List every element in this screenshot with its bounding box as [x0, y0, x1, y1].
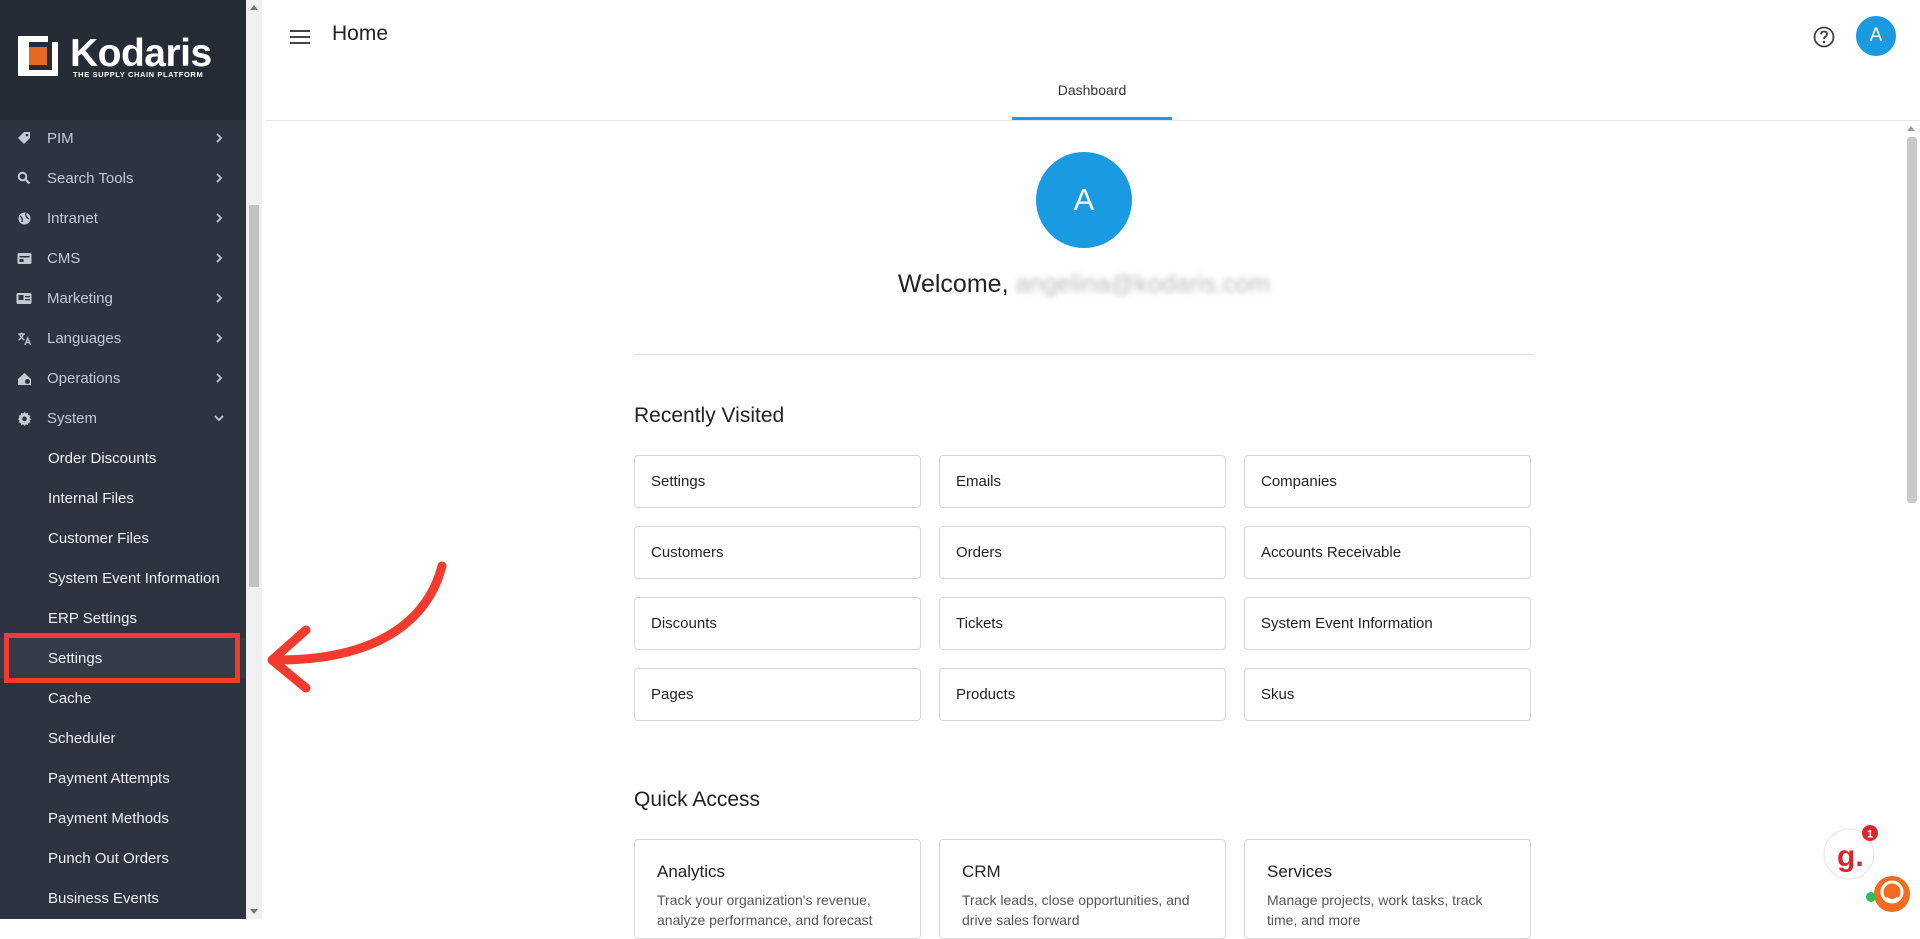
recent-card-pages[interactable]: Pages	[634, 668, 921, 721]
sidebar-subitem-payment-attempts[interactable]: Payment Attempts	[0, 758, 246, 798]
sidebar-item-search-tools[interactable]: Search Tools	[0, 158, 246, 198]
welcome-message: Welcome, angelina@kodaris.com	[634, 270, 1534, 299]
scroll-down-arrow-icon[interactable]	[250, 909, 258, 914]
chevron-right-icon	[216, 293, 223, 303]
marketing-icon	[16, 290, 32, 306]
top-header: Home A Dashboard	[265, 0, 1920, 121]
gear-icon	[16, 410, 32, 426]
scroll-up-arrow-icon[interactable]	[1907, 126, 1915, 131]
chevron-right-icon	[216, 173, 223, 183]
recent-card-accounts-receivable[interactable]: Accounts Receivable	[1244, 526, 1531, 579]
recent-card-settings[interactable]: Settings	[634, 455, 921, 508]
recent-card-emails[interactable]: Emails	[939, 455, 1226, 508]
quick-access-card-services[interactable]: Services Manage projects, work tasks, tr…	[1244, 839, 1531, 939]
sidebar-item-label: Search Tools	[47, 169, 134, 187]
tab-dashboard[interactable]: Dashboard	[1012, 82, 1172, 118]
chevron-down-icon	[214, 415, 224, 422]
recent-card-discounts[interactable]: Discounts	[634, 597, 921, 650]
recent-card-system-event-information[interactable]: System Event Information	[1244, 597, 1531, 650]
sidebar-item-marketing[interactable]: Marketing	[0, 278, 246, 318]
sidebar-item-label: Operations	[47, 369, 121, 387]
support-chat-icon[interactable]	[1864, 868, 1912, 916]
recently-visited-title: Recently Visited	[634, 404, 785, 427]
quick-access-card-desc: Track your organization's revenue, analy…	[657, 892, 873, 928]
sidebar-item-label: Marketing	[47, 289, 113, 307]
sidebar-subitem-internal-files[interactable]: Internal Files	[0, 478, 246, 518]
recent-card-products[interactable]: Products	[939, 668, 1226, 721]
active-tab-indicator	[1012, 117, 1172, 120]
sidebar-subitem-scheduler[interactable]: Scheduler	[0, 718, 246, 758]
quick-access-title: Quick Access	[634, 788, 761, 811]
kodaris-logo-icon	[18, 36, 58, 76]
sidebar-subitem-payment-methods[interactable]: Payment Methods	[0, 798, 246, 838]
tag-icon	[16, 130, 32, 146]
widget-logo-letter: g.	[1837, 840, 1864, 873]
sidebar-subitem-erp-settings[interactable]: ERP Settings	[0, 598, 246, 638]
divider	[634, 354, 1534, 355]
sidebar-item-pim[interactable]: PIM	[0, 118, 246, 158]
search-icon	[16, 170, 32, 186]
sidebar-item-intranet[interactable]: Intranet	[0, 198, 246, 238]
quick-access-card-title: CRM	[962, 862, 1001, 881]
sidebar-item-label: Languages	[47, 329, 122, 347]
widget-badge-count: 1	[1867, 829, 1873, 841]
profile-avatar: A	[1036, 152, 1132, 248]
recent-card-orders[interactable]: Orders	[939, 526, 1226, 579]
main-scrollbar[interactable]	[1903, 121, 1920, 919]
recent-card-customers[interactable]: Customers	[634, 526, 921, 579]
sidebar-subitem-order-discounts[interactable]: Order Discounts	[0, 438, 246, 478]
sidebar: Kodaris THE SUPPLY CHAIN PLATFORM PIM Se…	[0, 0, 246, 919]
operations-icon	[16, 370, 32, 386]
recent-card-companies[interactable]: Companies	[1244, 455, 1531, 508]
hamburger-menu-icon[interactable]	[289, 28, 311, 46]
sidebar-subitem-customer-files[interactable]: Customer Files	[0, 518, 246, 558]
sidebar-subitem-business-events[interactable]: Business Events	[0, 878, 246, 918]
sidebar-item-cms[interactable]: CMS	[0, 238, 246, 278]
welcome-label: Welcome,	[897, 270, 1009, 298]
sidebar-item-label: PIM	[47, 129, 74, 147]
chevron-right-icon	[216, 133, 223, 143]
cms-card-icon	[16, 250, 32, 266]
sidebar-item-label: System	[47, 409, 98, 427]
recent-card-skus[interactable]: Skus	[1244, 668, 1531, 721]
annotation-arrow-icon	[267, 561, 447, 693]
chevron-right-icon	[216, 213, 223, 223]
recent-card-tickets[interactable]: Tickets	[939, 597, 1226, 650]
sidebar-subitem-punch-out-orders[interactable]: Punch Out Orders	[0, 838, 246, 878]
sidebar-nav: PIM Search Tools Intranet CMS Marketing …	[0, 118, 246, 918]
user-email: angelina@kodaris.com	[1015, 270, 1271, 298]
annotation-highlight-box	[4, 633, 240, 683]
sidebar-subitem-cache[interactable]: Cache	[0, 678, 246, 718]
globe-icon	[16, 210, 32, 226]
sidebar-scrollbar[interactable]	[246, 0, 262, 919]
help-icon[interactable]	[1812, 25, 1836, 49]
sidebar-item-label: CMS	[47, 249, 81, 267]
quick-access-card-desc: Manage projects, work tasks, track time,…	[1267, 892, 1483, 928]
translate-icon	[16, 330, 32, 346]
quick-access-card-title: Services	[1267, 862, 1333, 881]
quick-access-card-desc: Track leads, close opportunities, and dr…	[962, 892, 1190, 928]
chevron-right-icon	[216, 333, 223, 343]
sidebar-item-system[interactable]: System	[0, 398, 246, 438]
sidebar-scrollbar-thumb[interactable]	[249, 205, 259, 587]
sidebar-item-label: Intranet	[47, 209, 98, 227]
page-title: Home	[332, 22, 389, 45]
quick-access-card-analytics[interactable]: Analytics Track your organization's reve…	[634, 839, 921, 939]
main-scrollbar-thumb[interactable]	[1907, 137, 1917, 503]
chevron-right-icon	[216, 373, 223, 383]
scroll-up-arrow-icon[interactable]	[250, 5, 258, 10]
sidebar-item-languages[interactable]: Languages	[0, 318, 246, 358]
quick-access-card-crm[interactable]: CRM Track leads, close opportunities, an…	[939, 839, 1226, 939]
quick-access-card-title: Analytics	[657, 862, 726, 881]
chevron-right-icon	[216, 253, 223, 263]
sidebar-subitem-system-event-information[interactable]: System Event Information	[0, 558, 246, 598]
logo-tagline: THE SUPPLY CHAIN PLATFORM	[73, 70, 204, 79]
logo[interactable]: Kodaris THE SUPPLY CHAIN PLATFORM	[0, 0, 246, 120]
logo-text: Kodaris	[70, 32, 212, 75]
sidebar-item-operations[interactable]: Operations	[0, 358, 246, 398]
user-avatar[interactable]: A	[1856, 16, 1896, 56]
